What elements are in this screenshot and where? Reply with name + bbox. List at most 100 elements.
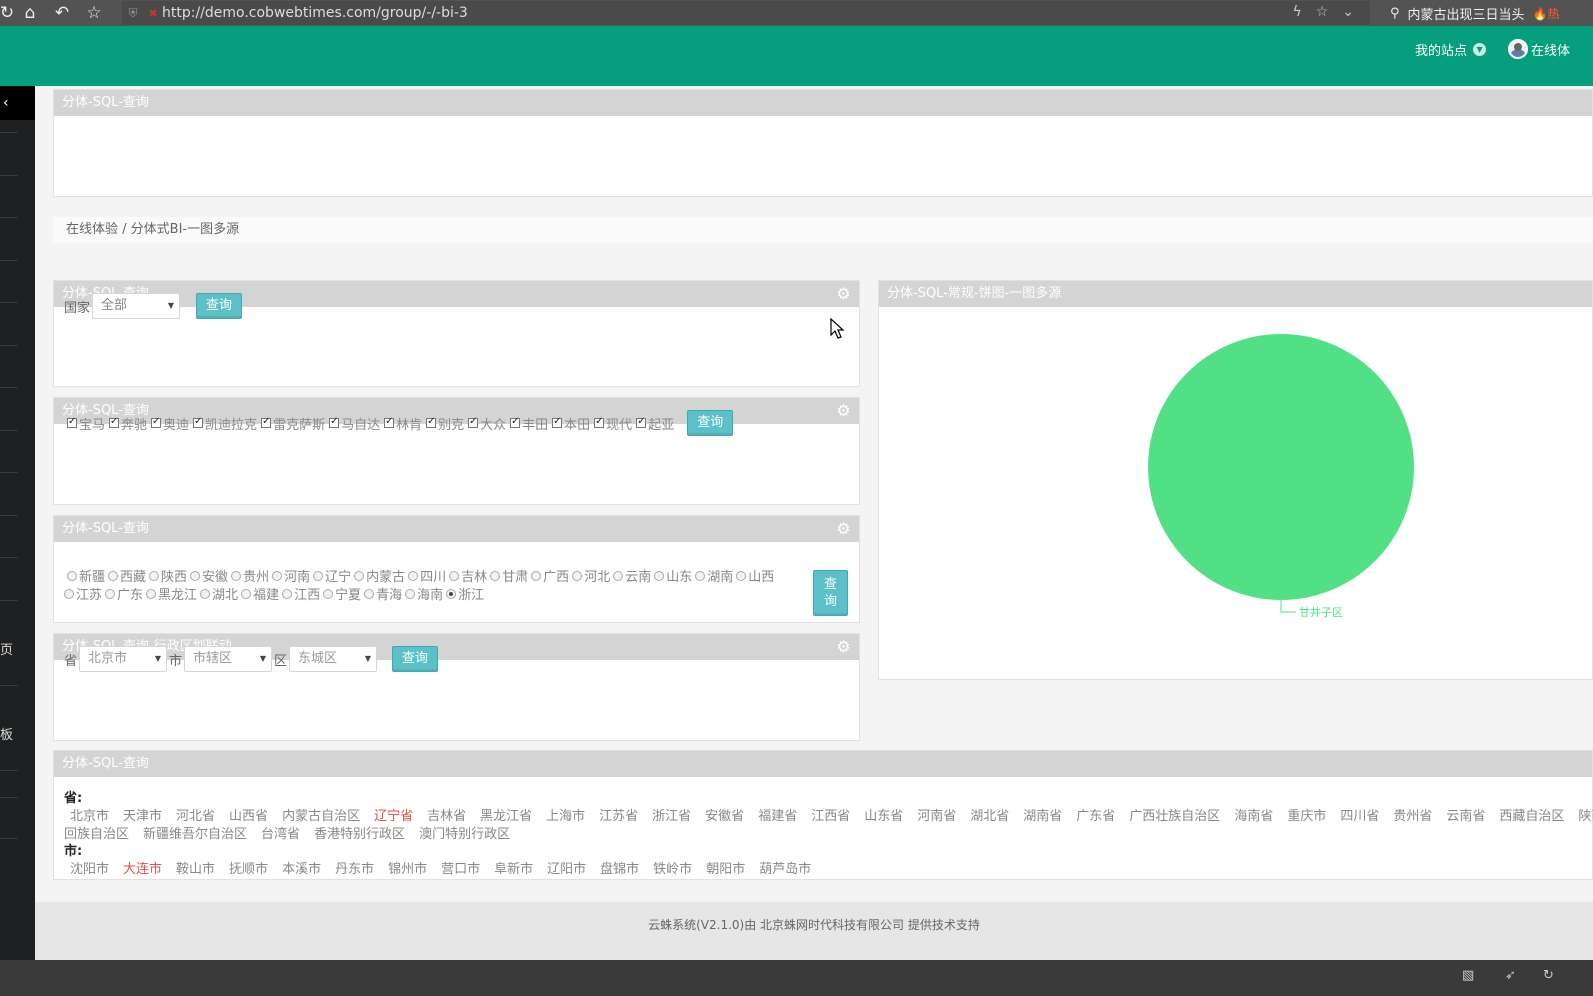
province-radio[interactable]: 河北 [572,566,610,585]
region-link[interactable]: 辽宁省 [374,809,413,824]
province-radio[interactable]: 西藏 [108,566,146,585]
bookmark-star-icon[interactable]: ☆ [78,0,110,26]
region-link[interactable]: 北京市 [70,809,109,824]
country-query-button[interactable]: 查询 [196,293,243,319]
province-radio[interactable]: 江苏 [64,584,102,603]
region-link[interactable]: 海南省 [1234,809,1273,824]
province-radio[interactable]: 四川 [408,566,446,585]
reload-icon[interactable]: ↻ [0,0,14,26]
province-radio[interactable]: 黑龙江 [146,584,197,603]
region-link[interactable]: 陕西省 [1578,809,1593,824]
brand-query-button[interactable]: 查询 [687,410,734,436]
province-radio[interactable]: 吉林 [449,566,487,585]
region-link[interactable]: 葫芦岛市 [759,862,811,877]
brand-checkbox[interactable]: 别克 [426,414,464,433]
province-radio[interactable]: 青海 [364,584,402,603]
address-bar[interactable]: ⛨ ✖ http://demo.cobwebtimes.com/group/-/… [122,1,1370,25]
region-link[interactable]: 山东省 [864,809,903,824]
chevron-down-icon[interactable]: ⌄ [1342,4,1354,20]
brand-checkbox[interactable]: 林肯 [384,414,422,433]
province-radio[interactable]: 福建 [241,584,279,603]
back-icon[interactable]: ↶ [46,0,78,26]
region-link[interactable]: 湖南省 [1023,809,1062,824]
region-link[interactable]: 江苏省 [599,809,638,824]
province-radio[interactable]: 辽宁 [313,566,351,585]
region-link[interactable]: 四川省 [1340,809,1379,824]
province-radio[interactable]: 江西 [282,584,320,603]
region-link[interactable]: 香港特别行政区 [314,827,405,842]
region-link[interactable]: 上海市 [546,809,585,824]
brand-checkbox[interactable]: 丰田 [510,414,548,433]
brand-checkbox[interactable]: 本田 [552,414,590,433]
region-link[interactable]: 辽阳市 [547,862,586,877]
region-link[interactable]: 河南省 [917,809,956,824]
lightning-icon[interactable]: ϟ [1292,4,1301,20]
province-radio[interactable]: 甘肃 [490,566,528,585]
brand-checkbox[interactable]: 奥迪 [151,414,189,433]
brand-checkbox[interactable]: 大众 [468,414,506,433]
province-radio[interactable]: 安徽 [190,566,228,585]
gear-icon[interactable]: ⚙ [835,285,852,302]
province-radio[interactable]: 贵州 [231,566,269,585]
province-radio[interactable]: 新疆 [67,566,105,585]
province-radio[interactable]: 广东 [105,584,143,603]
browser-search[interactable]: ⚲ 内蒙古出现三日当头 🔥热 [1378,0,1593,26]
province-radio[interactable]: 山西 [736,566,774,585]
region-link[interactable]: 新疆维吾尔自治区 [143,827,247,842]
home-icon[interactable]: ⌂ [14,0,46,26]
region-link[interactable]: 广西壮族自治区 [1129,809,1220,824]
region-link[interactable]: 云南省 [1446,809,1485,824]
region-link[interactable]: 吉林省 [427,809,466,824]
brand-checkbox[interactable]: 宝马 [67,414,105,433]
region-link[interactable]: 广东省 [1076,809,1115,824]
sidebar-item-label[interactable]: 板 [0,724,13,743]
region-link[interactable]: 阜新市 [494,862,533,877]
region-link[interactable]: 台湾省 [261,827,300,842]
province-radio[interactable]: 河南 [272,566,310,585]
sidebar-collapse-button[interactable]: ‹ [0,86,35,120]
province-radio-selected[interactable]: 浙江 [446,584,484,603]
region-link[interactable]: 山西省 [229,809,268,824]
region-link[interactable]: 河北省 [176,809,215,824]
region-link[interactable]: 抚顺市 [229,862,268,877]
gear-icon[interactable]: ⚙ [835,638,852,655]
sidebar-item-label[interactable]: 页 [0,639,13,658]
region-link[interactable]: 锦州市 [388,862,427,877]
admin-query-button[interactable]: 查询 [392,646,439,672]
region-link[interactable]: 本溪市 [282,862,321,877]
region-link[interactable]: 内蒙古自治区 [282,809,360,824]
region-link[interactable]: 大连市 [123,862,162,877]
district-select[interactable]: 东城区 [289,646,378,672]
region-link[interactable]: 丹东市 [335,862,374,877]
region-link[interactable]: 西藏自治区 [1499,809,1564,824]
province-query-button[interactable]: 查 询 [813,570,848,616]
province-radio[interactable]: 广西 [531,566,569,585]
region-link[interactable]: 湖北省 [970,809,1009,824]
province-radio[interactable]: 云南 [613,566,651,585]
my-site-menu[interactable]: 我的站点 ▼ [1415,40,1487,59]
province-radio[interactable]: 宁夏 [323,584,361,603]
province-radio[interactable]: 内蒙古 [354,566,405,585]
province-radio[interactable]: 海南 [405,584,443,603]
region-link[interactable]: 重庆市 [1287,809,1326,824]
gear-icon[interactable]: ⚙ [835,520,852,537]
region-link[interactable]: 鞍山市 [176,862,215,877]
province-radio[interactable]: 湖北 [200,584,238,603]
region-link[interactable]: 浙江省 [652,809,691,824]
rocket-icon[interactable]: ➶ [1505,968,1516,983]
region-link[interactable]: 沈阳市 [70,862,109,877]
user-menu[interactable]: 在线体 [1508,39,1570,59]
province-radio[interactable]: 陕西 [149,566,187,585]
region-link[interactable]: 朝阳市 [706,862,745,877]
breadcrumb[interactable]: 在线体验 / 分体式BI-一图多源 [53,217,1593,243]
brand-checkbox[interactable]: 现代 [594,414,632,433]
region-link[interactable]: 福建省 [758,809,797,824]
region-link[interactable]: 澳门特别行政区 [419,827,510,842]
brand-checkbox[interactable]: 马自达 [329,414,380,433]
region-link[interactable]: 天津市 [123,809,162,824]
province-select[interactable]: 北京市 [79,646,168,672]
region-link[interactable]: 营口市 [441,862,480,877]
region-link[interactable]: 贵州省 [1393,809,1432,824]
image-icon[interactable]: ▧ [1462,968,1474,983]
province-radio[interactable]: 山东 [654,566,692,585]
